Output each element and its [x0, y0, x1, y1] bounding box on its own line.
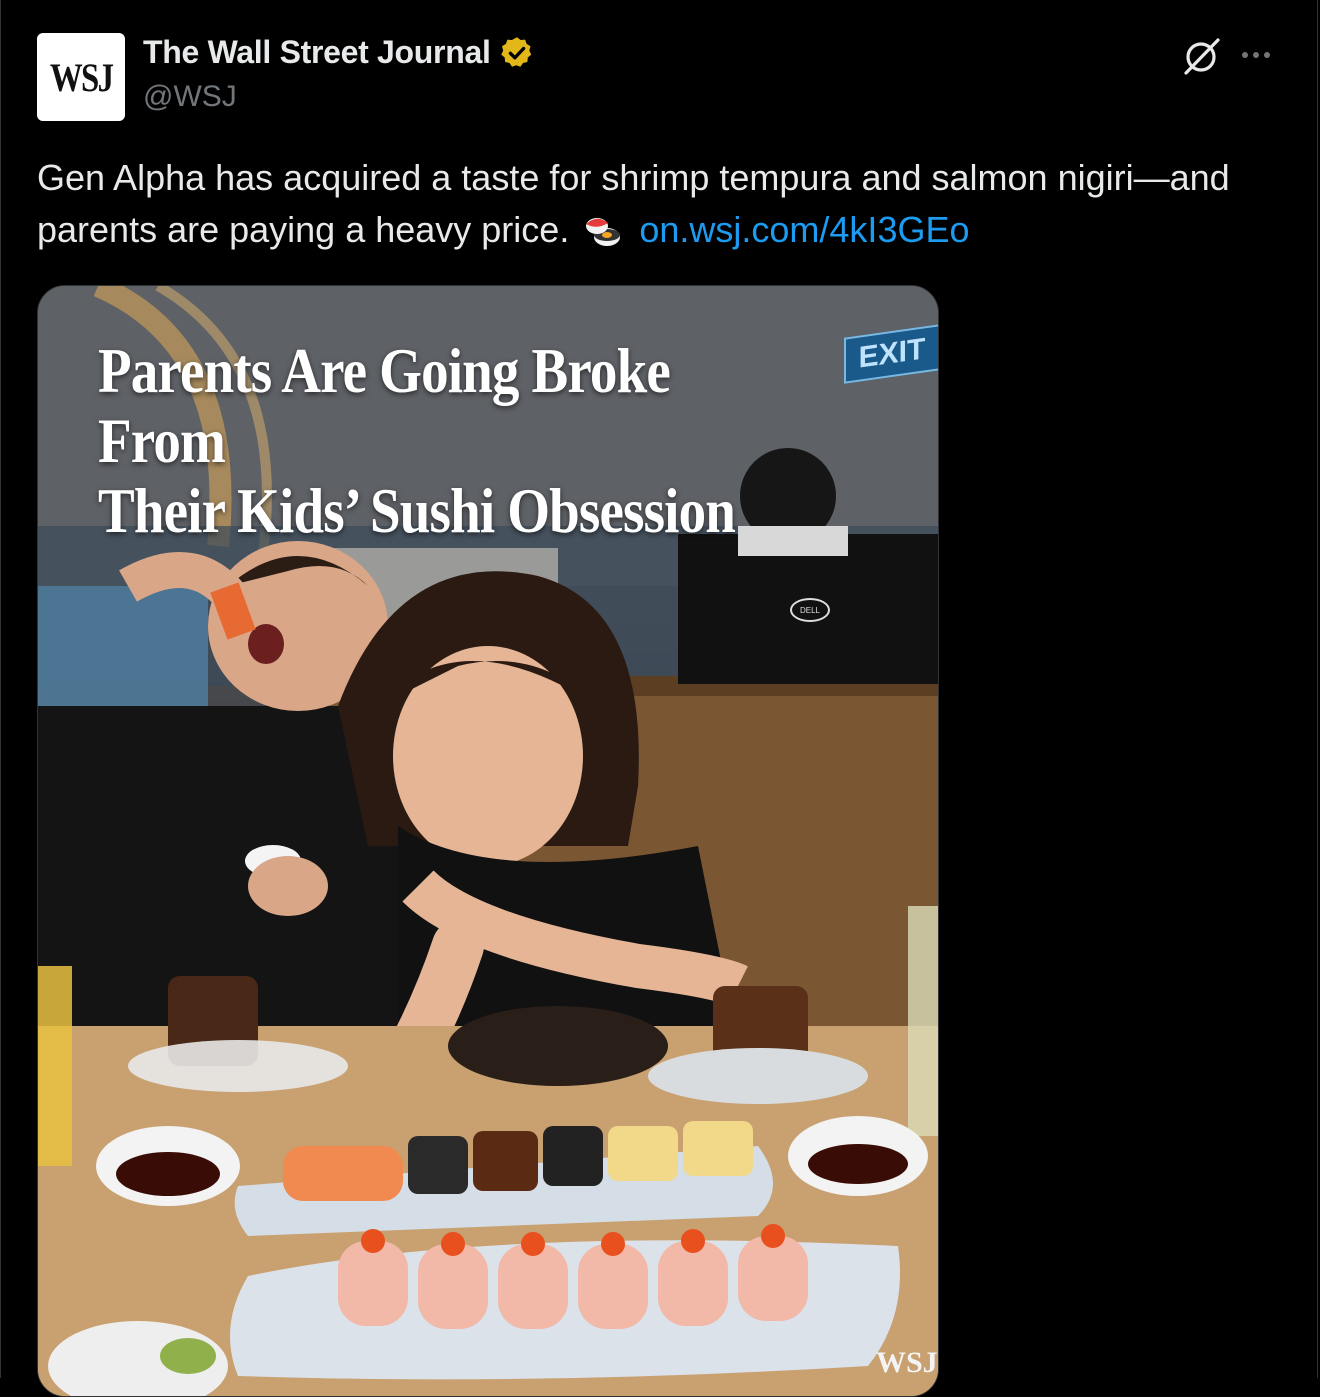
more-icon[interactable]: [1242, 42, 1280, 68]
tweet-link[interactable]: on.wsj.com/4kI3GEo: [639, 209, 969, 250]
grok-icon[interactable]: [1180, 36, 1224, 76]
verified-badge-icon: [500, 36, 531, 67]
avatar[interactable]: WSJ: [37, 33, 125, 121]
media-watermark: WSJ: [876, 1346, 938, 1379]
avatar-logo-text: WSJ: [49, 54, 114, 100]
headline-line-1: Parents Are Going Broke From: [98, 335, 671, 476]
sushi-emoji-icon: [586, 218, 621, 246]
media-headline: Parents Are Going Broke From Their Kids’…: [98, 336, 752, 546]
tweet-text: Gen Alpha has acquired a taste for shrim…: [37, 152, 1277, 256]
monitor-brand: DELL: [799, 605, 820, 615]
author-name[interactable]: The Wall Street Journal: [143, 34, 491, 71]
tweet-body: Gen Alpha has acquired a taste for shrim…: [37, 157, 1230, 250]
headline-line-2: Their Kids’ Sushi Obsession: [98, 475, 736, 546]
monitor-logo: DELL: [790, 598, 830, 622]
author-name-row: The Wall Street Journal: [143, 34, 535, 71]
author-handle[interactable]: @WSJ: [143, 80, 237, 114]
exit-sign-text: EXIT: [858, 332, 926, 375]
tweet-media-image[interactable]: Parents Are Going Broke From Their Kids’…: [37, 285, 939, 1397]
